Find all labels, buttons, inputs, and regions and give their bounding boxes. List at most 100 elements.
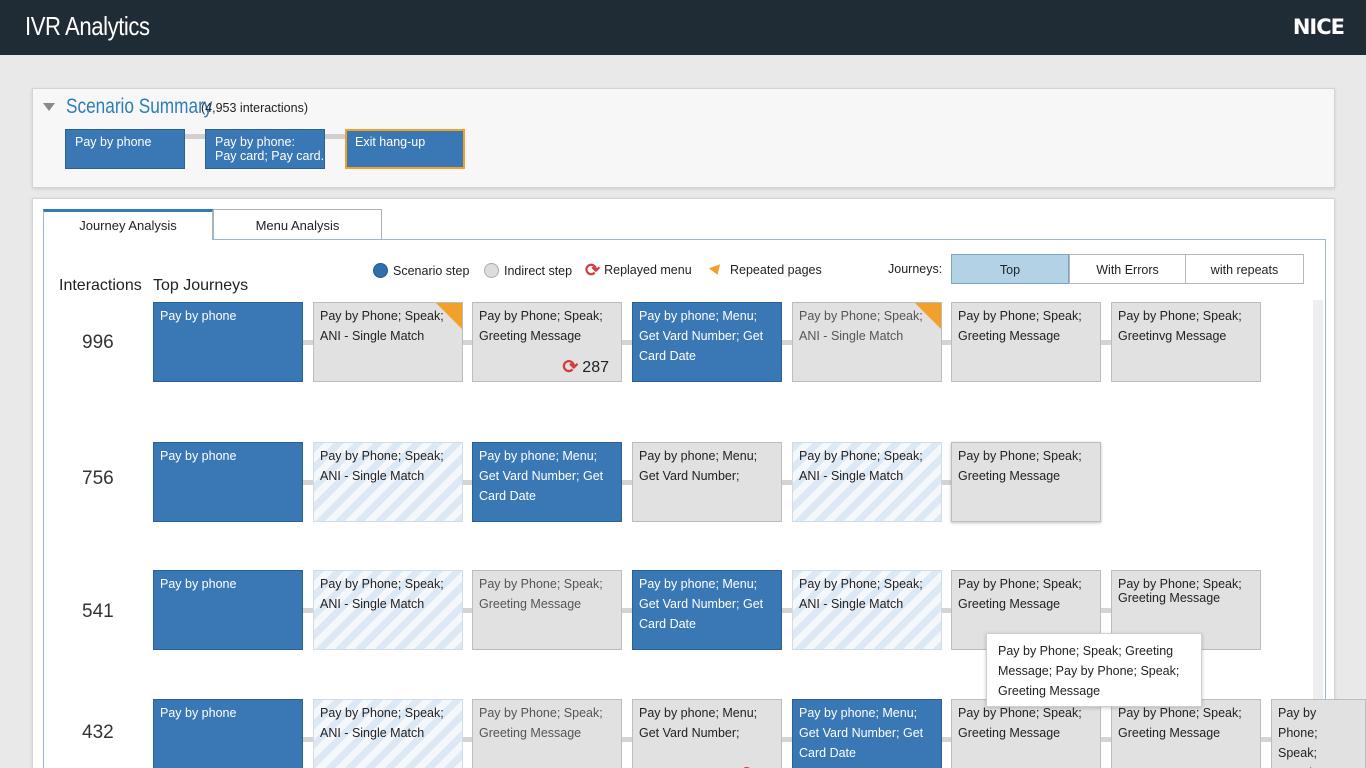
journey-step[interactable]: Pay by phone (153, 570, 303, 650)
journey-step[interactable]: Pay by Phone; Speak; Greeting Message (1271, 699, 1366, 768)
step-label: Pay by phone; Menu; Get Vard Number; (639, 449, 758, 483)
journey-step[interactable]: Pay by Phone; Speak; Greeting Message (951, 442, 1101, 522)
journey-step[interactable]: Pay by phone; Menu; Get Vard Number; ⟳4 (632, 699, 782, 768)
step-label: Pay by Phone; Speak; ANI - Single Match (320, 449, 444, 483)
journey-step[interactable]: Pay by phone; Menu; Get Vard Number; Get… (472, 442, 622, 522)
legend-label: Repeated pages (730, 263, 822, 277)
summary-step-exit-hang-up[interactable]: Exit hang-up (345, 129, 465, 169)
journey-count: 996 (82, 332, 114, 353)
top-bar: IVR Analytics NICE (0, 0, 1366, 55)
summary-step-label: Pay by phone (75, 135, 152, 149)
journey-count: 432 (82, 722, 114, 743)
collapse-caret-icon[interactable] (43, 103, 55, 111)
interaction-count: (4,953 interactions) (201, 101, 309, 115)
step-connector (303, 340, 313, 345)
journey-step[interactable]: Pay by Phone; Speak; ANI - Single Match (313, 302, 463, 382)
legend-label: Scenario step (393, 263, 470, 278)
step-connector (1101, 608, 1111, 613)
nice-logo: NICE (1292, 15, 1345, 39)
summary-step-pay-by-phone[interactable]: Pay by phone (65, 129, 185, 169)
summary-step-label: Exit hang-up (355, 135, 426, 149)
scenario-step-dot-icon (373, 263, 388, 278)
step-connector (1261, 737, 1271, 742)
interactions-header: Interactions (59, 277, 142, 294)
step-label: Pay by phone; Menu; Get Vard Number; Get… (639, 309, 764, 363)
journey-step[interactable]: Pay by Phone; Speak; Greeting Message (472, 570, 622, 650)
step-label: Pay by Phone; Speak; ANI - Single Match (320, 706, 444, 740)
step-label: Pay by phone; Menu; Get Vard Number; Get… (479, 449, 604, 503)
step-label: Pay by phone (160, 706, 237, 720)
app-title: IVR Analytics (25, 11, 150, 41)
legend-replayed-menu: ⟳ Replayed menu (585, 260, 692, 280)
journey-step[interactable]: Pay by phone; Menu; Get Vard Number; Get… (632, 570, 782, 650)
journey-step[interactable]: Pay by phone (153, 699, 303, 768)
step-label: Pay by Phone; Speak; Greeting Message (479, 309, 603, 343)
journey-step[interactable]: Pay by Phone; Speak; Greeting Message (951, 699, 1101, 768)
journey-step[interactable]: Pay by Phone; Speak; Greeting Message (951, 302, 1101, 382)
step-connector (782, 340, 792, 345)
step-label: Pay by Phone; Speak; ANI - Single Match (320, 577, 444, 611)
journeys-top-button[interactable]: Top (951, 254, 1069, 284)
legend-indirect-step: Indirect step (484, 263, 572, 278)
replay-icon: ⟳ (585, 260, 601, 280)
summary-step-sublabel: Pay card; Pay card.. (215, 149, 325, 163)
step-tooltip: Pay by Phone; Speak; Greeting Message; P… (986, 633, 1202, 707)
step-label: Pay by Phone; Speak; Greeting Message (479, 577, 603, 611)
step-connector (1101, 737, 1111, 742)
vertical-scrollbar[interactable] (1313, 300, 1323, 700)
journey-step[interactable]: Pay by Phone; Speak; ANI - Single Match (792, 442, 942, 522)
journey-step[interactable]: Pay by Phone; Speak; Greeting Message (1111, 699, 1261, 768)
journeys-with-errors-button[interactable]: With Errors (1069, 254, 1186, 284)
journey-step[interactable]: Pay by Phone; Speak; ANI - Single Match (313, 442, 463, 522)
step-label: Pay by Phone; Speak; ANI - Single Match (799, 577, 923, 611)
journey-step[interactable]: Pay by phone; Menu; Get Vard Number; (632, 442, 782, 522)
journey-step[interactable]: Pay by phone (153, 442, 303, 522)
step-label: Pay by Phone; Speak; ANI - Single Match (320, 309, 444, 343)
step-label: Pay by Phone; Speak; Greeting Message (1118, 577, 1242, 605)
step-label: Pay by Phone; Speak; Greeting Message (479, 706, 603, 740)
legend-repeated-pages: Repeated pages (708, 263, 822, 277)
summary-step-pay-card[interactable]: Pay by phone: Pay card; Pay card.. (205, 129, 325, 169)
journey-step[interactable]: Pay by phone; Menu; Get Vard Number; Get… (792, 699, 942, 768)
step-connector (622, 340, 632, 345)
journey-step[interactable]: Pay by Phone; Speak; ANI - Single Match (313, 699, 463, 768)
journey-step[interactable]: Pay by Phone; Speak; Greeting Message ⟳ 2… (472, 302, 622, 382)
step-label: Pay by Phone; Speak; Greeting Message (1118, 706, 1242, 740)
step-connector (622, 608, 632, 613)
journey-step[interactable]: Pay by Phone; Speak; Greeting Message (472, 699, 622, 768)
step-label: Pay by phone (160, 309, 237, 323)
step-connector (622, 480, 632, 485)
step-label: Pay by phone; Menu; Get Vard Number; (639, 706, 758, 740)
journey-step[interactable]: Pay by Phone; Speak; Greetinvg Message (1111, 302, 1261, 382)
step-connector (303, 480, 313, 485)
summary-step-label: Pay by phone: (215, 135, 295, 149)
tab-journey-analysis[interactable]: Journey Analysis (43, 209, 213, 240)
journey-step[interactable]: Pay by Phone; Speak; ANI - Single Match (313, 570, 463, 650)
journey-step[interactable]: Pay by phone (153, 302, 303, 382)
journey-step[interactable]: Pay by Phone; Speak; ANI - Single Match (792, 570, 942, 650)
step-label: Pay by Phone; Speak; Greeting Message (958, 706, 1082, 740)
top-journeys-header: Top Journeys (153, 277, 249, 294)
step-label: Pay by phone; Menu; Get Vard Number; Get… (639, 577, 764, 631)
step-label: Pay by Phone; Speak; Greeting Message (958, 449, 1082, 483)
replay-icon: ⟳ (562, 357, 579, 378)
replayed-menu-count: ⟳ 287 (562, 357, 609, 378)
step-connector (782, 737, 792, 742)
step-connector (782, 608, 792, 613)
scenario-summary-panel: Scenario Summary (4,953 interactions) Pa… (32, 88, 1335, 188)
step-label: Pay by phone; Menu; Get Vard Number; Get… (799, 706, 924, 760)
journey-step[interactable]: Pay by phone; Menu; Get Vard Number; Get… (632, 302, 782, 382)
journey-step[interactable]: Pay by Phone; Speak; ANI - Single Match (792, 302, 942, 382)
repeated-pages-marker-icon (915, 303, 941, 329)
step-label: Pay by Phone; Speak; Greeting Message (958, 577, 1082, 611)
legend-scenario-step: Scenario step (373, 263, 469, 278)
journeys-filter-label: Journeys: (888, 262, 943, 276)
tab-menu-analysis[interactable]: Menu Analysis (213, 209, 382, 240)
journeys-with-repeats-button[interactable]: with repeats (1185, 254, 1304, 284)
journey-count: 541 (82, 601, 114, 622)
legend-label: Replayed menu (604, 263, 692, 277)
scenario-summary-title: Scenario Summary (66, 95, 213, 118)
legend-label: Indirect step (504, 263, 573, 278)
repeated-pages-marker-icon (436, 303, 462, 329)
step-connector (1101, 340, 1111, 345)
